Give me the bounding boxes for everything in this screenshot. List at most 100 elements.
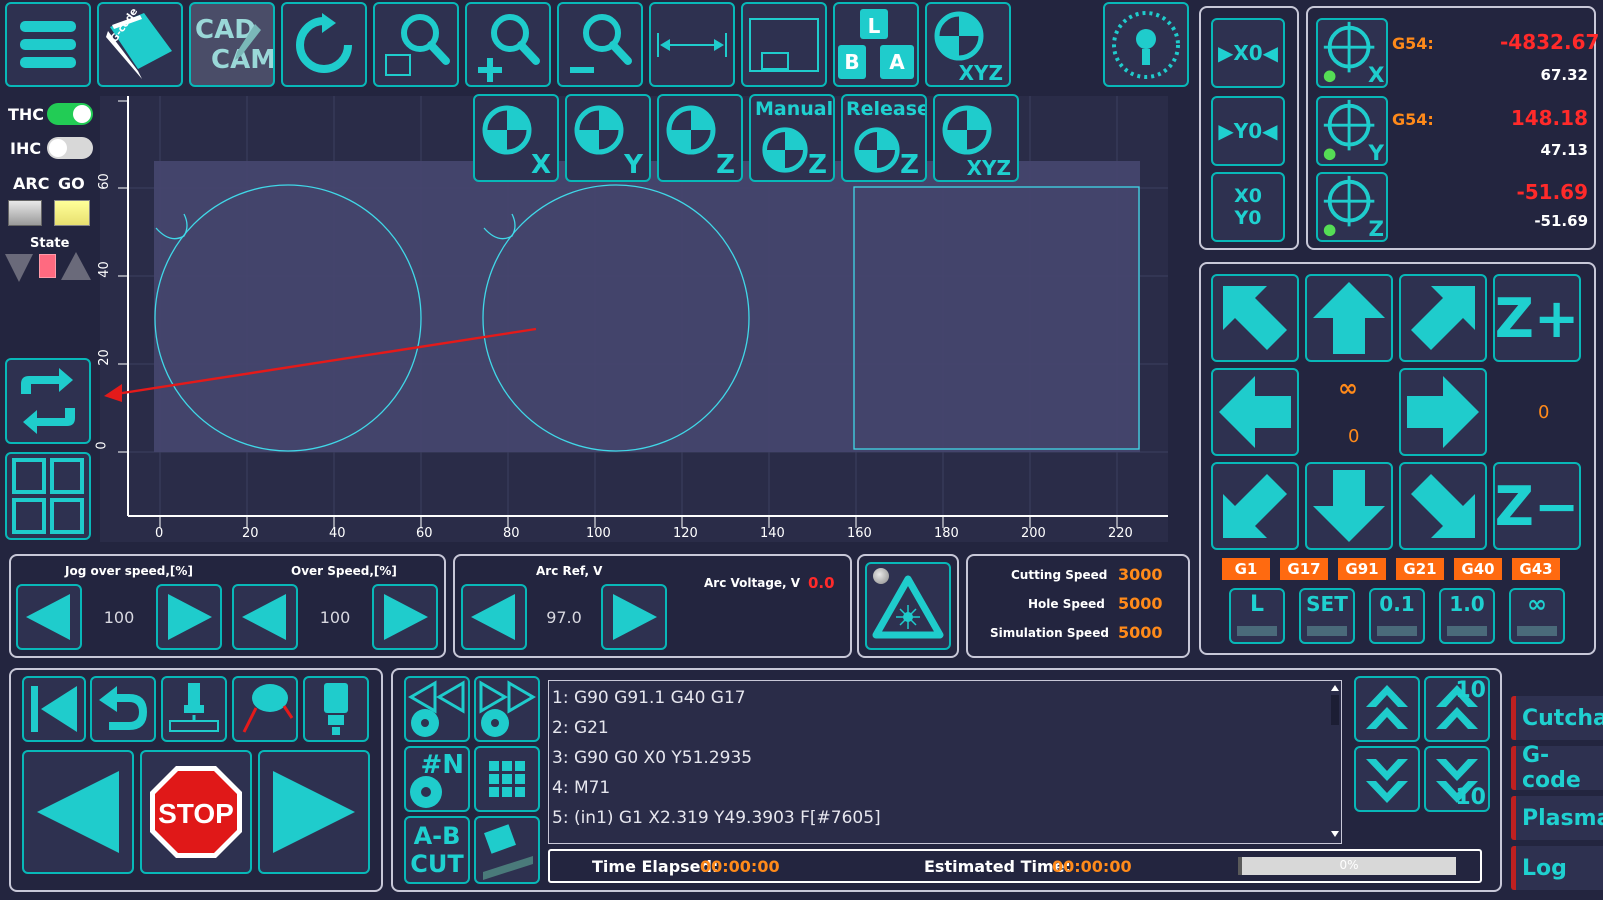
- rewind-button[interactable]: [22, 676, 86, 742]
- jog-up-right-button[interactable]: [1399, 274, 1487, 362]
- line-down-10-button[interactable]: 10: [1424, 746, 1490, 812]
- ihc-toggle[interactable]: [47, 137, 93, 159]
- zero-xyz-button-2[interactable]: XYZ: [933, 94, 1019, 182]
- x-tick: 200: [1021, 526, 1046, 541]
- home-z-button[interactable]: Z: [1316, 172, 1388, 242]
- home-y-button[interactable]: Y: [1316, 96, 1388, 166]
- jog-down-right-button[interactable]: [1399, 462, 1487, 550]
- start-button[interactable]: [258, 750, 370, 874]
- reel-icon: [410, 776, 442, 808]
- set-x0y0-button[interactable]: X0 Y0: [1211, 172, 1285, 242]
- step-continuous-l-button[interactable]: L: [1229, 588, 1285, 644]
- step-set-label: SET: [1306, 592, 1348, 616]
- y-wcs-label: G54:: [1392, 110, 1434, 129]
- jog-down-button[interactable]: [1305, 462, 1393, 550]
- manual-z-button[interactable]: Manual Z: [749, 94, 835, 182]
- zoom-window-button[interactable]: [373, 2, 459, 87]
- grid-view-icon: [12, 458, 84, 534]
- step-1-0-button[interactable]: 1.0: [1439, 588, 1495, 644]
- y-machine-position: 47.13: [1540, 141, 1588, 159]
- cutting-speed-label: Cutting Speed: [1011, 568, 1108, 582]
- jog-up-button[interactable]: [1305, 274, 1393, 362]
- xyz-label: XYZ: [958, 61, 1003, 85]
- gcode-status-g43: G43: [1512, 558, 1560, 580]
- arc-ref-up-button[interactable]: [601, 584, 667, 650]
- set-x0-button[interactable]: ▶X0◀: [1211, 18, 1285, 88]
- ten-bottom-label: 10: [1455, 785, 1486, 810]
- cutting-speed-value: 3000: [1118, 565, 1163, 584]
- zero-x-button[interactable]: X: [473, 94, 559, 182]
- arc-ref-down-button[interactable]: [461, 584, 527, 650]
- fast-back-button[interactable]: [404, 676, 470, 742]
- material-sheet: [154, 161, 1140, 452]
- undo-button[interactable]: [90, 676, 156, 742]
- gcode-scrollbar[interactable]: [1331, 685, 1339, 837]
- zoom-in-icon: [478, 13, 540, 82]
- tab-cutchart[interactable]: Cutchart: [1511, 696, 1603, 740]
- thc-toggle[interactable]: [47, 103, 93, 125]
- origin-target-icon: [574, 105, 624, 155]
- menu-button[interactable]: [5, 2, 91, 87]
- line-up-10-button[interactable]: 10: [1424, 676, 1490, 742]
- ab-cut-button[interactable]: A-B CUT: [404, 816, 470, 884]
- arc-indicator: [8, 200, 42, 226]
- progress-bar: 0%: [1238, 857, 1456, 875]
- torch-button[interactable]: [303, 676, 369, 742]
- progress-label: 0%: [1339, 858, 1359, 872]
- jog-z-plus-button[interactable]: Z+: [1493, 274, 1581, 362]
- fit-view-button[interactable]: [741, 2, 827, 87]
- fast-forward-button[interactable]: [474, 676, 540, 742]
- arrow-left-icon: [1219, 376, 1291, 448]
- home-x-button[interactable]: X: [1316, 18, 1388, 88]
- x-tick: 40: [329, 526, 346, 541]
- zoom-in-button[interactable]: [465, 2, 551, 87]
- goto-line-button[interactable]: #N: [404, 746, 470, 812]
- refresh-view-button[interactable]: [5, 358, 91, 444]
- zero-z-button[interactable]: Z: [657, 94, 743, 182]
- laser-pointer-icon: [1112, 10, 1180, 79]
- align-sheet-icon: [483, 824, 533, 880]
- align-sheet-button[interactable]: [474, 816, 540, 884]
- reload-button[interactable]: [281, 2, 367, 87]
- tab-plasma[interactable]: Plasma: [1511, 796, 1603, 840]
- step-0-1-button[interactable]: 0.1: [1369, 588, 1425, 644]
- measure-button[interactable]: [649, 2, 735, 87]
- gcode-file-button[interactable]: G-code: [97, 2, 183, 87]
- step-set-button[interactable]: SET: [1299, 588, 1355, 644]
- split-view-button[interactable]: [5, 452, 91, 540]
- z-minus-label: Z−: [1494, 474, 1580, 538]
- laser-button[interactable]: [865, 562, 951, 650]
- over-speed-down-button[interactable]: [232, 584, 298, 650]
- line-down-button[interactable]: [1354, 746, 1420, 812]
- jog-down-left-button[interactable]: [1211, 462, 1299, 550]
- z-machine-position: -51.69: [1534, 212, 1588, 230]
- tab-log[interactable]: Log: [1511, 846, 1603, 890]
- set-y0-button[interactable]: ▶Y0◀: [1211, 96, 1285, 166]
- jog-right-button[interactable]: [1399, 368, 1487, 456]
- cad-cam-button[interactable]: CAD CAM: [189, 2, 275, 87]
- zero-y-button[interactable]: Y: [565, 94, 651, 182]
- zoom-out-button[interactable]: [557, 2, 643, 87]
- keyboard-button[interactable]: L B A: [833, 2, 919, 87]
- jog-left-button[interactable]: [1211, 368, 1299, 456]
- gcode-line: 1: G90 G91.1 G40 G17: [552, 688, 746, 708]
- grid-array-button[interactable]: [474, 746, 540, 812]
- jog-z-minus-button[interactable]: Z−: [1493, 462, 1581, 550]
- step-1-0-label: 1.0: [1449, 592, 1485, 616]
- tab-gcode[interactable]: G-code: [1511, 743, 1603, 793]
- zero-xyz-button[interactable]: XYZ: [925, 2, 1011, 87]
- stop-button[interactable]: STOP: [140, 750, 252, 874]
- state-down-icon: [5, 254, 33, 282]
- step-back-button[interactable]: [22, 750, 134, 874]
- over-speed-up-button[interactable]: [372, 584, 438, 650]
- arrow-down-icon: [1313, 470, 1385, 542]
- jog-speed-down-button[interactable]: [16, 584, 82, 650]
- release-z-button[interactable]: Release Z: [841, 94, 927, 182]
- jog-speed-up-button[interactable]: [156, 584, 222, 650]
- line-up-button[interactable]: [1354, 676, 1420, 742]
- step-infinity-button[interactable]: ∞: [1509, 588, 1565, 644]
- pierce-path-button[interactable]: [232, 676, 298, 742]
- jog-up-left-button[interactable]: [1211, 274, 1299, 362]
- torch-height-button[interactable]: [161, 676, 227, 742]
- probe-button[interactable]: [1103, 2, 1189, 87]
